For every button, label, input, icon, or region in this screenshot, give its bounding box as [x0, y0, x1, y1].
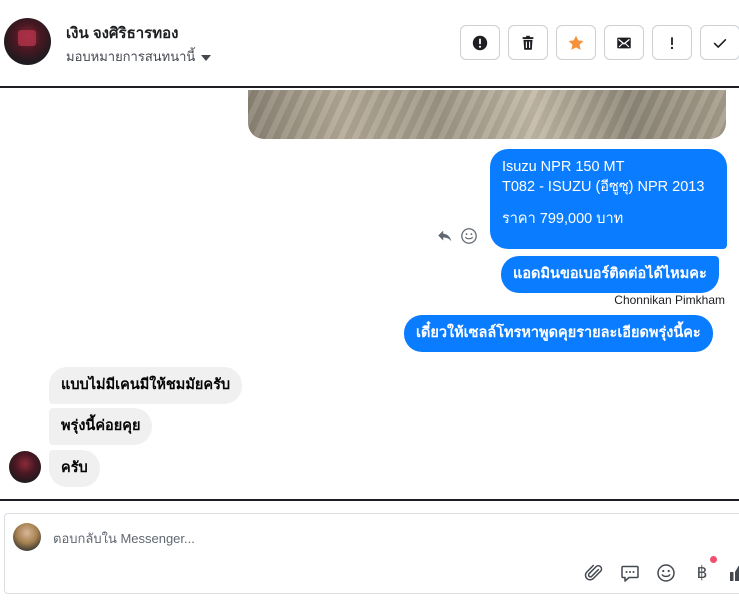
payment-button[interactable]: ฿ [691, 556, 717, 584]
emoji-button[interactable] [655, 562, 677, 584]
emoji-reaction-icon[interactable] [460, 227, 478, 245]
conversation-toolbar [460, 25, 739, 60]
composer-tools: ฿ [583, 556, 739, 584]
mark-unread-button[interactable] [604, 25, 644, 60]
listing-price: ราคา 799,000 บาท [502, 211, 624, 227]
saved-replies-button[interactable] [619, 562, 641, 584]
user-avatar [13, 523, 41, 551]
message-thread[interactable]: Isuzu NPR 150 MT T082 - ISUZU (อีซูซุ) N… [0, 90, 739, 499]
listing-model: Isuzu NPR 150 MT [502, 159, 625, 175]
like-button[interactable] [727, 562, 739, 584]
like-icon [730, 566, 739, 581]
caret-down-icon [201, 54, 212, 61]
listing-spacer [502, 197, 715, 209]
contact-avatar[interactable] [4, 18, 51, 65]
reply-input[interactable] [53, 529, 613, 547]
sender-name: Chonnikan Pimkham [614, 293, 725, 307]
trash-icon [522, 35, 534, 50]
follow-up-button[interactable] [652, 25, 692, 60]
delete-button[interactable] [508, 25, 548, 60]
notification-dot [710, 556, 717, 563]
assign-conversation-dropdown[interactable]: มอบหมายการสนทนานี้ [66, 46, 212, 67]
alert-circle-icon [472, 35, 488, 50]
outgoing-message-listing[interactable]: Isuzu NPR 150 MT T082 - ISUZU (อีซูซุ) N… [490, 149, 727, 249]
emoji-icon [657, 564, 675, 582]
contact-avatar-small[interactable] [9, 451, 41, 483]
paperclip-icon [584, 564, 603, 581]
incoming-message[interactable]: พรุ่งนี้ค่อยคุย [49, 408, 153, 445]
mark-unread-icon [617, 37, 631, 48]
baht-icon: ฿ [696, 563, 708, 583]
conversation-header: เงิน จงศิริธารทอง มอบหมายการสนทนานี้ [0, 0, 739, 88]
attach-button[interactable] [583, 562, 605, 584]
outgoing-message[interactable]: เดี๋ยวให้เซลล์โทรหาพูดคุยรายละเอียดพรุ่ง… [404, 315, 713, 352]
checkmark-icon [713, 38, 727, 48]
outgoing-message[interactable]: แอดมินขอเบอร์ติดต่อได้ไหมคะ [501, 256, 719, 293]
reply-icon[interactable] [436, 227, 454, 245]
shared-photo[interactable] [248, 90, 726, 139]
listing-code: T082 - ISUZU (อีซูซุ) NPR 2013 [502, 179, 705, 195]
composer-divider [0, 499, 739, 501]
reply-composer: ฿ [4, 513, 739, 594]
incoming-message[interactable]: ครับ [49, 450, 100, 487]
exclamation-icon [670, 36, 674, 49]
spam-button[interactable] [460, 25, 500, 60]
contact-name[interactable]: เงิน จงศิริธารทอง [66, 21, 178, 45]
star-icon [568, 35, 584, 50]
star-button[interactable] [556, 25, 596, 60]
message-actions [436, 227, 478, 245]
mark-done-button[interactable] [700, 25, 739, 60]
saved-reply-icon [621, 565, 639, 582]
incoming-message[interactable]: แบบไม่มีเคนมีให้ชมมัยครับ [49, 367, 243, 404]
assign-label: มอบหมายการสนทนานี้ [66, 49, 196, 64]
